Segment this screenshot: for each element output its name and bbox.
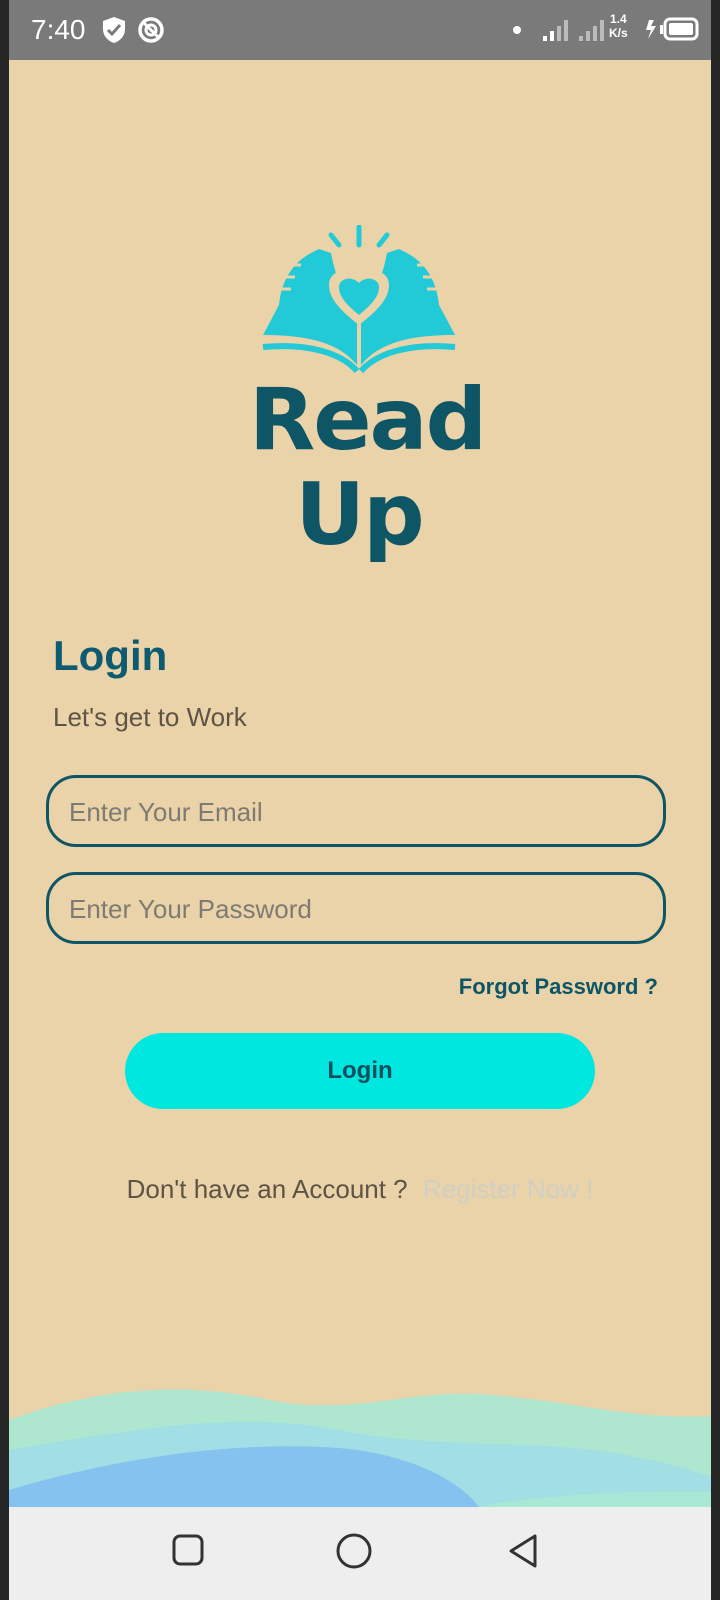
dnd-icon [137, 16, 165, 49]
signal-icon [579, 18, 607, 47]
battery-icon [645, 16, 701, 47]
readup-logo: Read Up [249, 224, 487, 570]
book-heart-icon [262, 224, 456, 374]
home-icon[interactable] [335, 1532, 373, 1575]
password-input[interactable] [67, 875, 651, 943]
password-field[interactable] [46, 872, 666, 944]
logo-text-up: Up [295, 465, 424, 565]
email-input[interactable] [67, 778, 651, 846]
register-row: Don't have an Account ? Register Now ! [9, 1174, 711, 1205]
register-prompt: Don't have an Account ? [126, 1174, 408, 1204]
notification-dot-icon [513, 26, 521, 34]
recents-icon[interactable] [170, 1532, 206, 1573]
forgot-password-link[interactable]: Forgot Password ? [459, 974, 658, 1000]
login-button[interactable]: Login [125, 1033, 595, 1109]
page-subtitle: Let's get to Work [53, 702, 247, 732]
login-screen: Read Up Login Let's get to Work Forgot P… [9, 60, 711, 1507]
page-title: Login [53, 632, 168, 679]
register-now-link[interactable]: Register Now ! [423, 1174, 594, 1204]
status-bar: 7:40 1.4 K/s [9, 0, 711, 60]
shield-icon [101, 16, 127, 49]
network-speed-unit: K/s [609, 26, 628, 40]
network-speed-value: 1.4 [610, 12, 627, 26]
back-icon[interactable] [505, 1532, 541, 1575]
decorative-waves [9, 1389, 711, 1507]
status-time: 7:40 [31, 14, 86, 45]
phone-frame: 7:40 1.4 K/s Read Up Login Let's get to … [0, 0, 720, 1600]
signal-icon [543, 18, 571, 47]
network-speed: 1.4 K/s [609, 12, 628, 40]
logo-text-read: Read [249, 370, 487, 470]
email-field[interactable] [46, 775, 666, 847]
system-nav-bar [9, 1507, 711, 1600]
